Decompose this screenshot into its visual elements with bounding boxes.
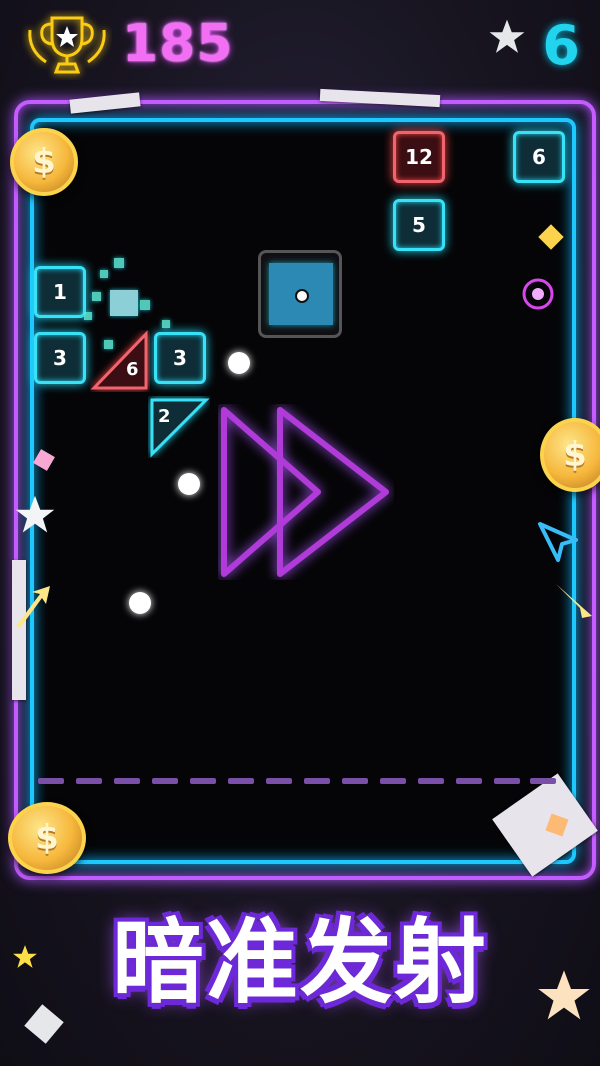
arrow-cursor-icon xyxy=(556,584,592,618)
ball xyxy=(228,352,250,374)
brick-block: 3 xyxy=(34,332,86,384)
triangle-brick-value: 6 xyxy=(126,359,139,380)
floor-line-segment xyxy=(494,778,520,784)
particle xyxy=(92,292,101,301)
floor-line-segment xyxy=(152,778,178,784)
coin-icon: $ xyxy=(10,128,78,196)
target-ring-icon xyxy=(522,278,554,310)
triangle-brick xyxy=(90,330,148,390)
particle xyxy=(100,270,108,278)
floor-line-segment xyxy=(342,778,368,784)
score-counter: 185 xyxy=(122,14,234,74)
promo-caption: 暗准发射 xyxy=(111,909,488,1016)
floor-line-segment xyxy=(228,778,254,784)
coin-icon: $ xyxy=(540,418,600,492)
ball-bonus-icon xyxy=(258,250,342,338)
brick-block: 5 xyxy=(393,199,445,251)
particle xyxy=(140,300,150,310)
brick-block: 1 xyxy=(34,266,86,318)
floor-line-segment xyxy=(304,778,330,784)
ball xyxy=(178,473,200,495)
floor-line-segment xyxy=(418,778,444,784)
star-icon xyxy=(538,970,590,1020)
ball-count: 6 xyxy=(542,14,580,77)
arrow-cursor-icon xyxy=(16,586,50,628)
coin-icon: $ xyxy=(8,802,86,874)
star-icon xyxy=(13,945,37,968)
floor-line-segment xyxy=(38,778,64,784)
floor-line-segment xyxy=(456,778,482,784)
triangle-brick-value: 2 xyxy=(158,406,171,427)
ball xyxy=(129,592,151,614)
floor-line-segment xyxy=(190,778,216,784)
trophy-icon xyxy=(28,16,106,74)
particle xyxy=(110,290,138,316)
arrow-cursor-icon xyxy=(538,522,578,562)
particle xyxy=(84,312,92,320)
floor-line-segment xyxy=(76,778,102,784)
particle xyxy=(162,320,170,328)
floor-line-segment xyxy=(530,778,556,784)
star-icon xyxy=(15,495,55,533)
fast-forward-icon[interactable] xyxy=(218,404,394,580)
floor-line-segment xyxy=(114,778,140,784)
floor-line-segment xyxy=(266,778,292,784)
brick-block: 3 xyxy=(154,332,206,384)
torn-paper-decoration xyxy=(12,560,26,700)
brick-block: 6 xyxy=(513,131,565,183)
particle xyxy=(104,340,113,349)
star-icon xyxy=(489,19,525,53)
brick-block: 12 xyxy=(393,131,445,183)
particle xyxy=(114,258,124,268)
floor-line-segment xyxy=(380,778,406,784)
